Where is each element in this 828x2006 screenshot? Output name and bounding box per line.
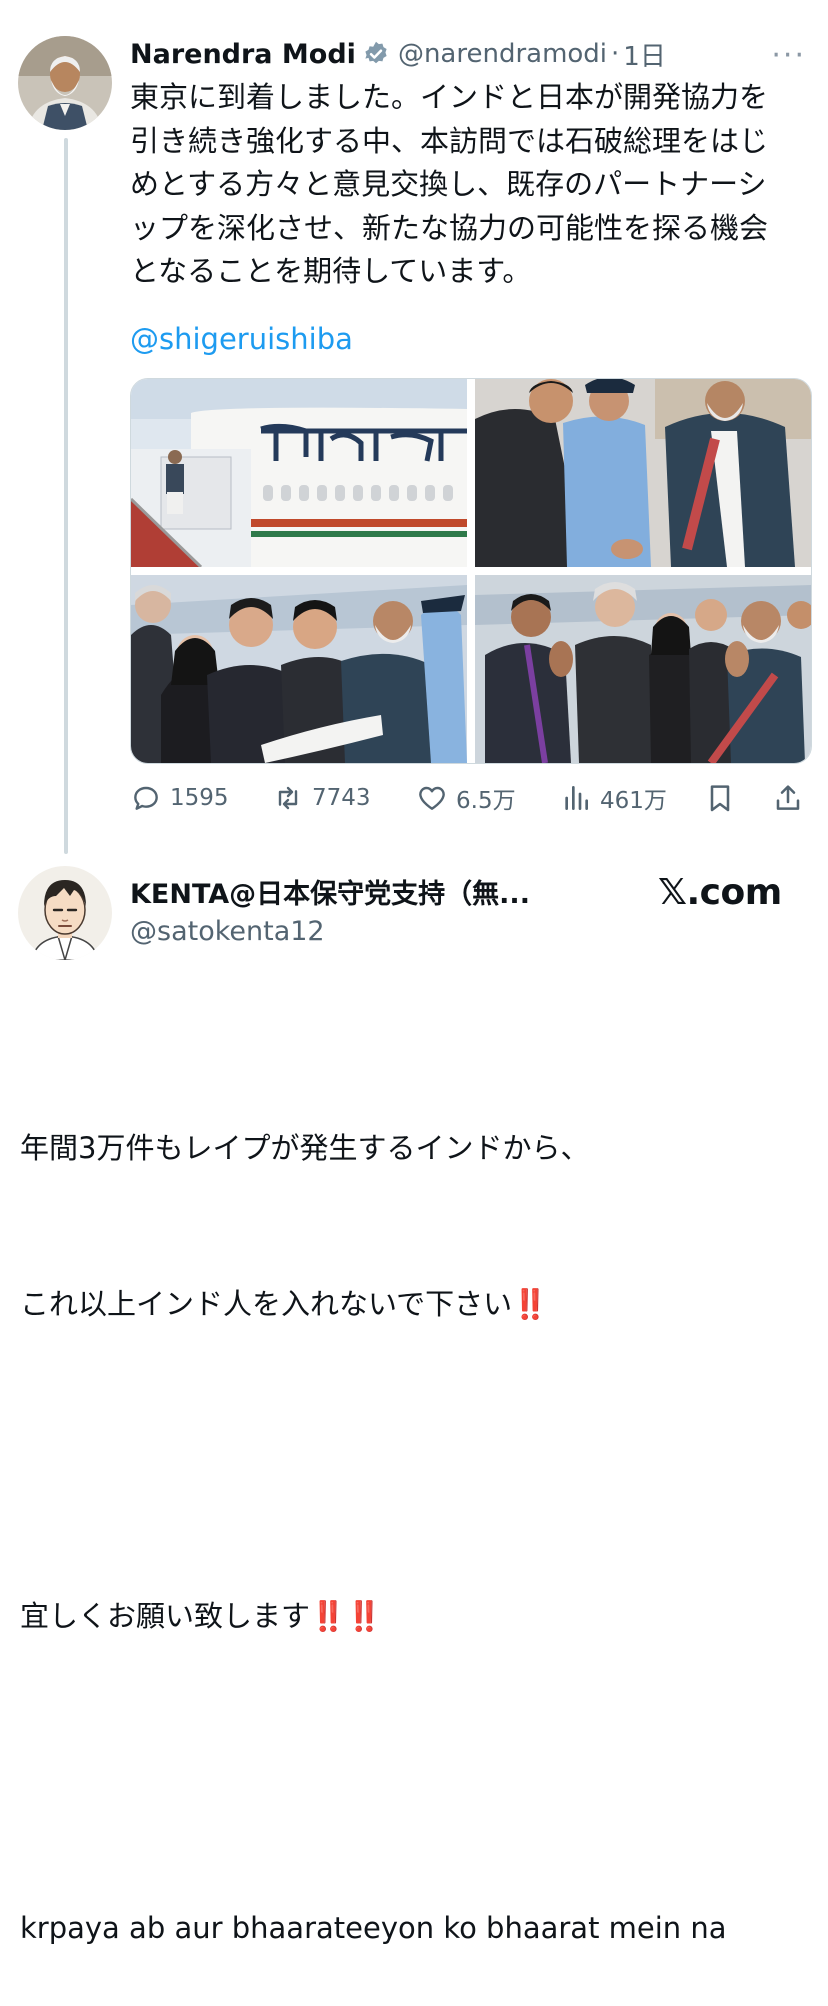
reply-line: krpaya ab aur bhaarateeyon ko bhaarat me… — [20, 1911, 727, 1945]
photo-namaste-welcome[interactable] — [475, 575, 811, 763]
media-grid — [130, 378, 812, 764]
x-com-watermark: 𝕏.com — [658, 872, 782, 913]
reply-line: 宜しくお願い致します‼️‼️ — [20, 1590, 810, 1642]
author-handle[interactable]: @narendramodi — [398, 39, 607, 69]
reply-line-text: 宜しくお願い致します — [20, 1599, 311, 1633]
reply-line: これ以上インド人を入れないで下さい‼️ — [20, 1278, 810, 1330]
views-button[interactable]: 461万 — [560, 778, 667, 818]
photo-aircraft-arrival[interactable] — [131, 379, 467, 567]
thread-connector-line — [64, 138, 68, 854]
double-exclamation-emoji: ‼️ — [512, 1287, 549, 1321]
reply-line-blank — [20, 1434, 810, 1486]
avatar-image — [18, 866, 112, 960]
tweet-timestamp[interactable]: 1日 — [623, 36, 666, 73]
reply-header: KENTA@日本保守党支持（無... — [130, 872, 530, 911]
reply-body: 年間3万件もレイプが発生するインドから、 これ以上インド人を入れないで下さい‼️… — [20, 1018, 810, 2006]
reply-author-handle[interactable]: @satokenta12 — [130, 916, 325, 947]
mention-link[interactable]: @shigeruishiba — [130, 322, 353, 356]
author-avatar[interactable] — [18, 36, 112, 130]
reply-count: 1595 — [170, 785, 229, 811]
share-button[interactable] — [772, 778, 812, 818]
author-name[interactable]: Narendra Modi — [130, 39, 356, 70]
retweet-icon — [278, 786, 298, 810]
bookmark-button[interactable] — [704, 778, 744, 818]
reply-author-avatar[interactable] — [18, 866, 112, 960]
tweet-header: Narendra Modi @narendramodi · 1日 — [130, 34, 666, 74]
share-icon — [776, 785, 800, 810]
tweet-action-bar: 1595 7743 6.5万 461万 — [130, 778, 810, 818]
separator-dot: · — [611, 39, 620, 69]
verified-badge-icon — [362, 40, 390, 68]
reply-line-text: これ以上インド人を入れないで下さい — [20, 1287, 513, 1321]
views-icon — [565, 786, 588, 810]
more-options-icon[interactable]: ··· — [771, 38, 806, 73]
like-button[interactable]: 6.5万 — [416, 778, 516, 818]
double-exclamation-emoji: ‼️‼️ — [310, 1599, 383, 1633]
reply-icon — [134, 786, 158, 810]
reply-author-name[interactable]: KENTA@日本保守党支持（無... — [130, 879, 530, 910]
bookmark-icon — [710, 785, 730, 812]
reply-button[interactable]: 1595 — [130, 778, 229, 818]
avatar-image — [18, 36, 112, 130]
like-count: 6.5万 — [456, 788, 516, 814]
retweet-button[interactable]: 7743 — [272, 778, 371, 818]
like-icon — [419, 786, 445, 810]
photo-handshake[interactable] — [475, 379, 811, 567]
reply-line-blank — [20, 1746, 810, 1798]
reply-line: 年間3万件もレイプが発生するインドから、 — [20, 1131, 590, 1165]
retweet-count: 7743 — [312, 785, 371, 811]
tweet-body: 東京に到着しました。インドと日本が開発協力を 引き続き強化する中、本訪問では石破… — [130, 80, 769, 288]
views-count: 461万 — [600, 788, 667, 814]
photo-greeting-delegation[interactable] — [131, 575, 467, 763]
